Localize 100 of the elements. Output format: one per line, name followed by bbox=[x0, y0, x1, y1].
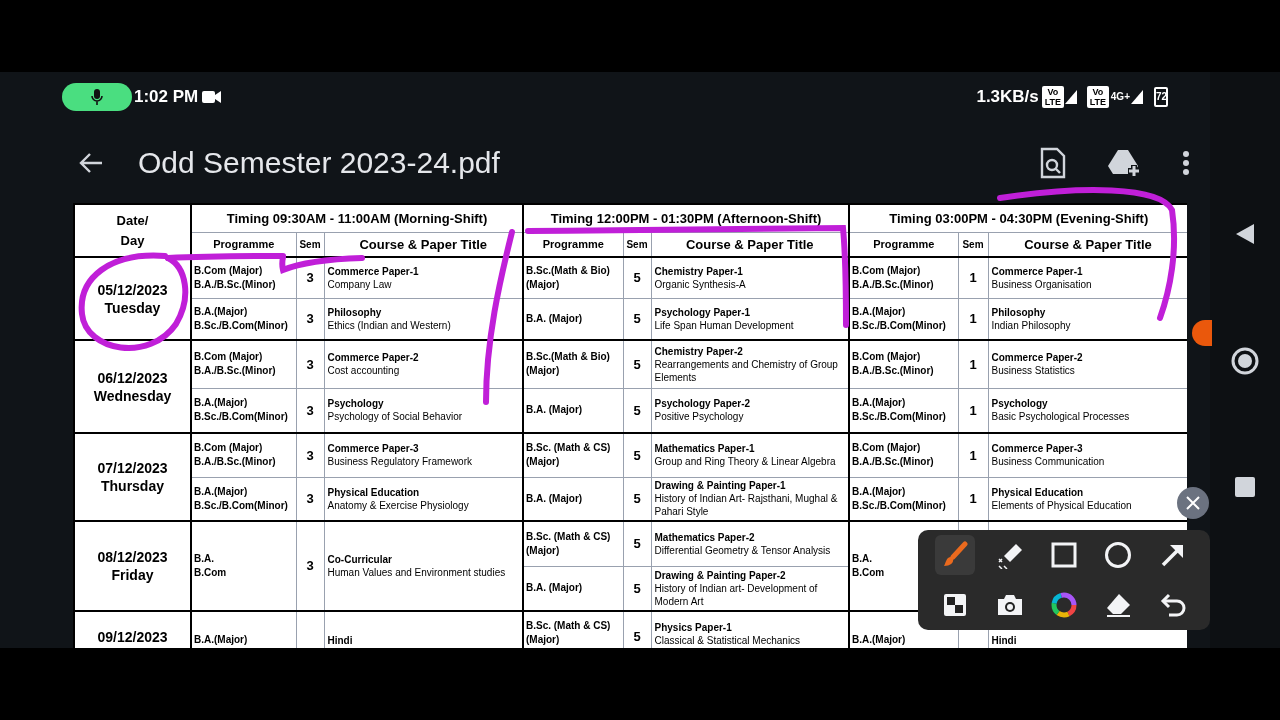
shift-timing-header: Timing 09:30AM - 11:00AM (Morning-Shift) bbox=[191, 204, 523, 232]
back-arrow-icon[interactable] bbox=[78, 151, 104, 174]
paper-title: Positive Psychology bbox=[654, 410, 745, 424]
paper-title: Company Law bbox=[327, 277, 393, 291]
course-name: Commerce Paper-1 bbox=[991, 264, 1084, 278]
exam-date: 07/12/2023 bbox=[96, 459, 169, 477]
semester-cell: 5 bbox=[623, 521, 651, 566]
home-nav-icon[interactable] bbox=[1230, 346, 1260, 376]
semester-cell: 3 bbox=[296, 433, 324, 477]
course-name: Co-Curricular bbox=[327, 553, 393, 566]
paper-title: Business Communication bbox=[991, 455, 1106, 469]
paper-title: Indian Philosophy bbox=[991, 318, 1072, 332]
paper-title: Classical & Statistical Mechanics bbox=[654, 633, 802, 647]
video-camera-icon bbox=[202, 90, 223, 104]
column-header: Sem bbox=[623, 232, 651, 257]
course-name: Physical Education bbox=[991, 485, 1085, 499]
exam-day: Friday bbox=[75, 566, 190, 584]
programme-cell: B.Com (Major) B.A./B.Sc.(Minor) bbox=[849, 433, 958, 477]
back-nav-icon[interactable] bbox=[1234, 222, 1256, 246]
programme-cell: B.Sc. (Math & CS) (Major) bbox=[523, 521, 623, 566]
paper-title: Business Organisation bbox=[991, 277, 1093, 291]
programme-cell: B.Sc. (Math & CS) (Major) bbox=[523, 433, 623, 477]
semester-cell: 3 bbox=[296, 340, 324, 388]
exam-date: 06/12/2023 bbox=[96, 368, 169, 387]
programme-cell: B.A.(Major) bbox=[191, 611, 296, 648]
semester-cell: 1 bbox=[958, 433, 988, 477]
battery-level: 72 bbox=[1154, 87, 1168, 107]
programme-cell: B.Sc. (Math & CS) (Major) bbox=[523, 611, 623, 648]
paper-title: Group and Ring Theory & Linear Algebra bbox=[654, 455, 837, 469]
paper-title: History of Indian art- Development of Modern Art bbox=[654, 581, 819, 608]
course-name: Drawing & Painting Paper-1 bbox=[654, 479, 787, 493]
course-name: Commerce Paper-2 bbox=[991, 351, 1084, 365]
column-header: Programme bbox=[849, 232, 958, 257]
programme-cell: B.Sc.(Math & Bio) (Major) bbox=[523, 340, 623, 388]
more-options-icon[interactable] bbox=[1182, 149, 1190, 176]
shift-timing-header: Timing 12:00PM - 01:30PM (Afternoon-Shift) bbox=[523, 204, 849, 232]
recents-nav-icon[interactable] bbox=[1234, 476, 1256, 498]
paper-title: Human Values and Environment studies bbox=[327, 566, 507, 579]
paper-title: Business Statistics bbox=[991, 364, 1076, 378]
paper-title: Life Span Human Development bbox=[654, 318, 795, 332]
square-icon bbox=[1051, 542, 1077, 568]
course-name: Physical Education bbox=[327, 485, 421, 499]
programme-cell: B.A.(Major) B.Sc./B.Com(Minor) bbox=[849, 388, 958, 433]
course-name: Commerce Paper-2 bbox=[327, 351, 420, 365]
paper-title: Business Regulatory Framework bbox=[327, 455, 473, 469]
document-title: Odd Semester 2023-24.pdf bbox=[138, 145, 500, 181]
exam-date: 08/12/2023 bbox=[96, 548, 169, 566]
arrow-icon bbox=[1159, 542, 1186, 568]
course-name: Commerce Paper-3 bbox=[991, 442, 1084, 456]
paper-title: Anatomy & Exercise Physiology bbox=[327, 498, 470, 512]
checker-icon bbox=[943, 593, 968, 617]
undo-icon bbox=[1158, 592, 1187, 618]
circle-icon bbox=[1104, 541, 1133, 569]
document-search-icon[interactable] bbox=[1040, 146, 1066, 179]
course-name: Chemistry Paper-1 bbox=[654, 264, 744, 278]
semester-cell: 3 bbox=[296, 521, 324, 611]
course-name: Drawing & Painting Paper-2 bbox=[654, 568, 787, 582]
column-header: Sem bbox=[296, 232, 324, 257]
brush-icon bbox=[941, 541, 970, 569]
course-name: Philosophy bbox=[991, 305, 1047, 319]
course-name: Commerce Paper-1 bbox=[327, 264, 420, 278]
programme-cell: B.Sc.(Math & Bio) (Major) bbox=[523, 257, 623, 298]
close-icon bbox=[1186, 496, 1200, 510]
course-name: Commerce Paper-3 bbox=[327, 442, 420, 456]
course-name: Chemistry Paper-2 bbox=[654, 344, 744, 358]
programme-cell: B.Com (Major) B.A./B.Sc.(Minor) bbox=[849, 340, 958, 388]
programme-cell: B.A. B.Com bbox=[191, 521, 296, 611]
course-name: Psychology Paper-1 bbox=[654, 305, 752, 319]
programme-cell: B.Com (Major) B.A./B.Sc.(Minor) bbox=[849, 257, 958, 298]
exam-date: 05/12/2023 bbox=[96, 280, 169, 299]
column-header: Programme bbox=[523, 232, 623, 257]
eraser-icon bbox=[1104, 592, 1133, 618]
signal-icon bbox=[1130, 89, 1144, 105]
exam-day: Thursday bbox=[75, 477, 190, 495]
course-name: Psychology bbox=[991, 397, 1049, 411]
exam-date: 09/12/2023 bbox=[96, 628, 169, 646]
paper-title: Rearrangements and Chemistry of Group Elements bbox=[654, 357, 839, 384]
shift-timing-header: Timing 03:00PM - 04:30PM (Evening-Shift) bbox=[849, 204, 1187, 232]
microphone-icon bbox=[90, 88, 104, 106]
drive-add-icon[interactable] bbox=[1108, 147, 1142, 178]
programme-cell: B.A.(Major) B.Sc./B.Com(Minor) bbox=[191, 477, 296, 521]
paper-title: Organic Synthesis-A bbox=[654, 277, 747, 291]
semester-cell: 1 bbox=[958, 257, 988, 298]
exam-day: Tuesday bbox=[75, 298, 190, 317]
programme-cell: B.A. (Major) bbox=[523, 566, 623, 611]
exam-day: Wednesday bbox=[75, 386, 190, 405]
status-time: 1:02 PM bbox=[134, 86, 199, 109]
programme-cell: B.Com (Major) B.A./B.Sc.(Minor) bbox=[191, 433, 296, 477]
color-wheel-icon bbox=[1050, 591, 1078, 619]
course-name: Philosophy bbox=[327, 305, 383, 319]
volte-badge: Vo LTE bbox=[1086, 86, 1109, 108]
course-name: Hindi bbox=[327, 633, 354, 647]
programme-cell: B.A.(Major) B.Sc./B.Com(Minor) bbox=[191, 388, 296, 433]
semester-cell: 5 bbox=[623, 340, 651, 388]
paper-title: Psychology of Social Behavior bbox=[327, 410, 464, 424]
paper-title: Basic Psychological Processes bbox=[991, 410, 1131, 424]
semester-cell: 1 bbox=[958, 340, 988, 388]
programme-cell: B.Com (Major) B.A./B.Sc.(Minor) bbox=[191, 340, 296, 388]
programme-cell: B.A.(Major) B.Sc./B.Com(Minor) bbox=[849, 477, 958, 521]
course-name: Mathematics Paper-1 bbox=[654, 442, 756, 456]
